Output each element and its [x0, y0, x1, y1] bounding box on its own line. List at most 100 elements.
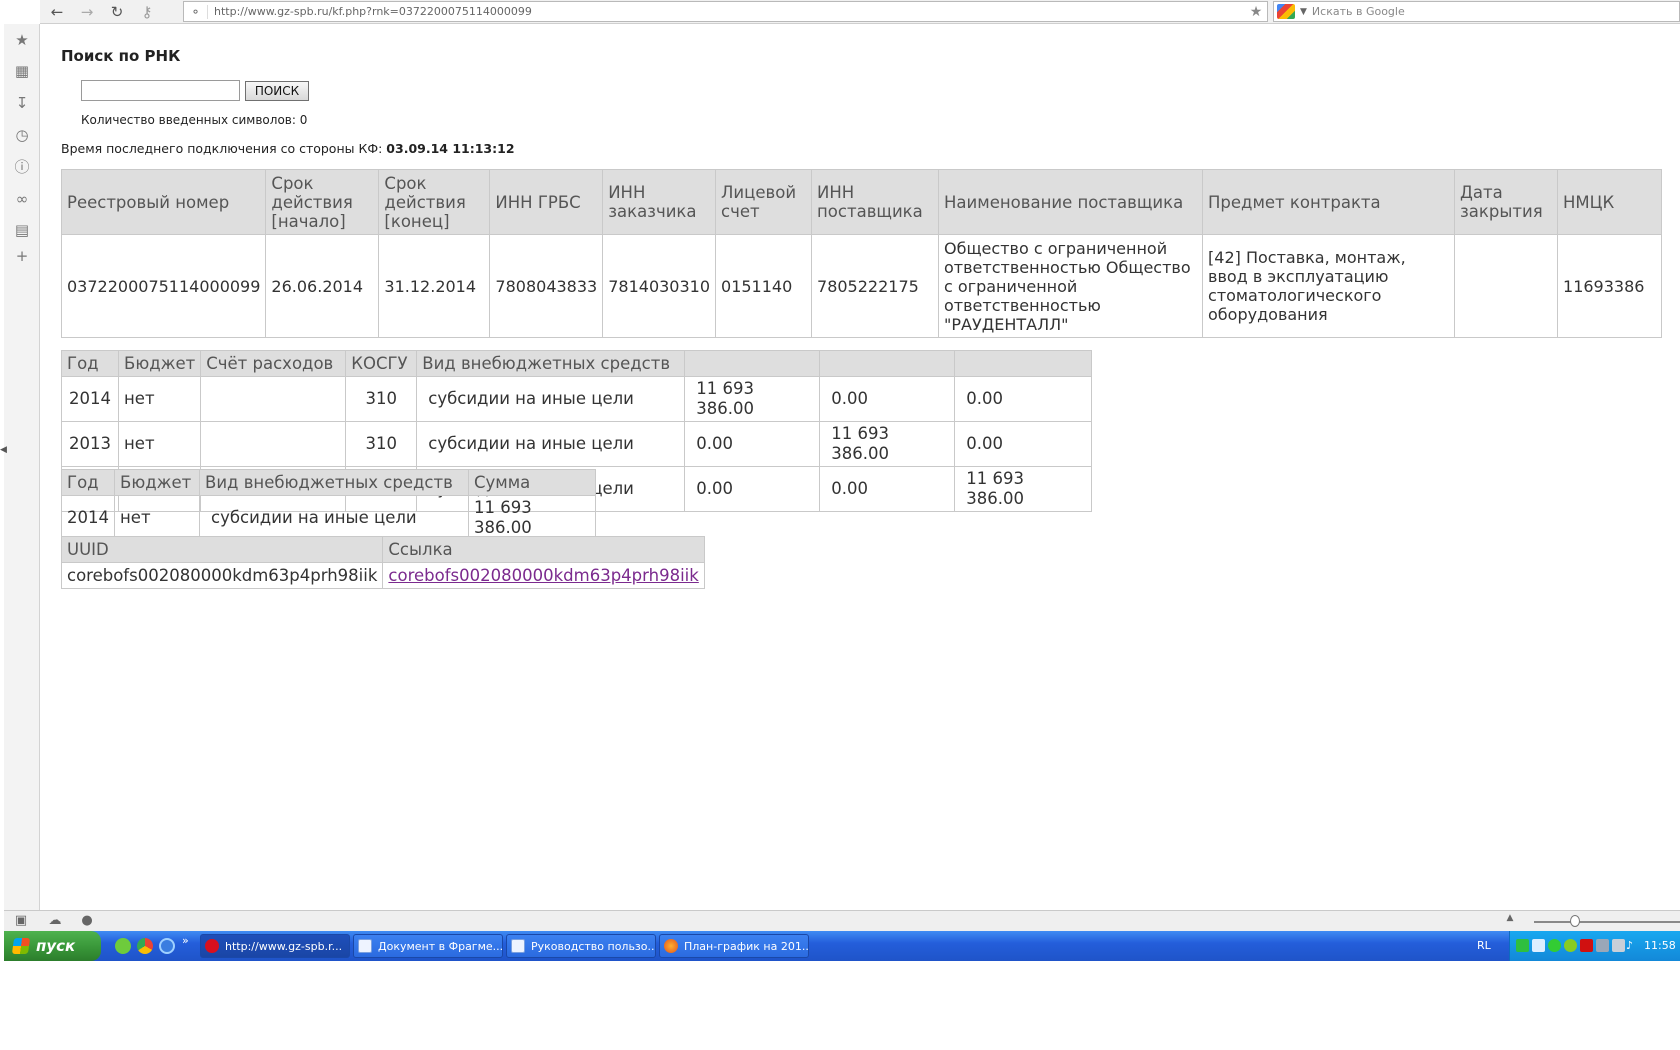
table-header: Предмет контракта — [1202, 169, 1456, 235]
volume-icon[interactable]: ♪ — [1626, 939, 1639, 952]
uuid-link[interactable]: corebofs002080000kdm63p4prh98iik — [388, 566, 698, 585]
forward-icon[interactable]: → — [74, 1, 100, 23]
table-cell: 0151140 — [715, 234, 813, 338]
table-header: Реестровый номер — [60, 169, 267, 235]
table-cell: corebofs002080000kdm63p4prh98iik — [382, 562, 705, 589]
taskbar-item-label: План-график на 201... — [684, 939, 809, 953]
zoom-slider[interactable] — [1534, 921, 1680, 923]
table-cell: 7814030310 — [602, 234, 717, 338]
language-indicator[interactable]: RL — [1477, 939, 1491, 952]
table-cell: 2014 — [61, 376, 119, 422]
chevron-down-icon[interactable]: ▼ — [1300, 7, 1307, 17]
start-button[interactable]: пуск — [4, 931, 101, 961]
ie-icon[interactable] — [159, 938, 175, 954]
add-icon[interactable]: + — [13, 247, 31, 265]
windows-taskbar: пуск » http://www.gz-spb.r... Документ в… — [4, 931, 1680, 961]
start-label: пуск — [36, 937, 76, 955]
table-header: НМЦК — [1557, 169, 1662, 235]
table-header-row: Год Бюджет Вид внебюджетных средств Сумм… — [61, 469, 596, 496]
page-title: Поиск по РНК — [61, 47, 181, 65]
table-cell: 310 — [345, 421, 418, 467]
tray-app-icon[interactable] — [1548, 939, 1561, 952]
table-header: UUID — [60, 536, 384, 563]
table-cell: 11 693 386.00 — [819, 421, 956, 467]
table-header: Срок действия [начало] — [265, 169, 380, 235]
tray-app-icon[interactable] — [1516, 939, 1529, 952]
link-icon[interactable]: ∞ — [13, 190, 31, 208]
table-cell: 11 693 386.00 — [954, 466, 1092, 512]
reload-icon[interactable]: ↻ — [104, 1, 130, 23]
table-header: Бюджет — [114, 469, 200, 496]
table-header: Счёт расходов — [200, 350, 347, 377]
search-button[interactable]: ПОИСК — [245, 81, 309, 101]
history-icon[interactable]: ◷ — [13, 126, 31, 144]
word-doc-icon — [358, 939, 372, 953]
table-cell — [200, 376, 347, 422]
table-cell — [200, 421, 347, 467]
tray-app-icon[interactable] — [1564, 939, 1577, 952]
table-cell: 31.12.2014 — [378, 234, 491, 338]
taskbar-item-label: Документ в Фрагме... — [378, 939, 503, 953]
table-cell: 310 — [345, 376, 418, 422]
tray-app-icon[interactable] — [1612, 939, 1625, 952]
table-header: Ссылка — [382, 536, 705, 563]
taskbar-item[interactable]: План-график на 201... — [659, 934, 809, 958]
table-header: Вид внебюджетных средств — [199, 469, 469, 496]
table-cell: 11 693 386.00 — [468, 495, 596, 541]
table-cell: corebofs002080000kdm63p4prh98iik — [60, 562, 384, 589]
web-search-box[interactable]: ▼ Искать в Google — [1273, 1, 1680, 22]
taskbar-item-label: http://www.gz-spb.r... — [225, 939, 343, 953]
table-cell: нет — [117, 421, 202, 467]
collapse-arrow-icon[interactable]: ◀ — [0, 445, 8, 455]
table-cell: 0372200075114000099 — [60, 234, 267, 338]
table-header: Бюджет — [117, 350, 202, 377]
table-header-row: Год Бюджет Счёт расходов КОСГУ Вид внебю… — [61, 350, 1092, 377]
taskbar-item[interactable]: Документ в Фрагме... — [353, 934, 503, 958]
last-connection-label: Время последнего подключения со стороны … — [61, 141, 387, 156]
quicklaunch-app-icon[interactable] — [115, 938, 131, 954]
chevron-right-icon[interactable]: » — [182, 934, 189, 947]
clock[interactable]: 11:58 — [1644, 939, 1676, 952]
download-icon[interactable]: ↧ — [13, 94, 31, 112]
bookmark-star-icon[interactable]: ★ — [1245, 4, 1267, 20]
notes-icon[interactable]: ▦ — [13, 62, 31, 80]
rnk-search-input[interactable] — [81, 80, 240, 101]
chrome-icon[interactable] — [137, 938, 153, 954]
table-row: 0372200075114000099 26.06.2014 31.12.201… — [60, 234, 1662, 338]
key-icon[interactable]: ⚷ — [134, 1, 160, 23]
table-cell: нет — [114, 495, 200, 541]
cloud-icon[interactable]: ☁ — [46, 913, 64, 929]
network-icon[interactable] — [1596, 939, 1609, 952]
panel-toggle-icon[interactable]: ▣ — [12, 913, 30, 929]
google-icon — [1277, 4, 1295, 19]
star-icon[interactable]: ★ — [13, 31, 31, 49]
table-cell: 11 693 386.00 — [684, 376, 821, 422]
table-header — [819, 350, 956, 377]
table-cell: 2014 — [61, 495, 115, 541]
table-header: КОСГУ — [345, 350, 418, 377]
table-cell: субсидии на иные цели — [416, 376, 686, 422]
budget-table: Год Бюджет Вид внебюджетных средств Сумм… — [61, 469, 596, 541]
address-bar[interactable]: ⚬ http://www.gz-spb.ru/kf.php?rnk=037220… — [183, 1, 1268, 22]
tray-app-icon[interactable] — [1532, 939, 1545, 952]
page-content: Поиск по РНК ПОИСК Количество введенных … — [40, 25, 1680, 910]
table-row: 2014 нет 310 субсидии на иные цели 11 69… — [61, 376, 1092, 422]
opera-icon — [205, 939, 219, 953]
table-cell: 0.00 — [819, 466, 956, 512]
info-icon[interactable]: ⓘ — [13, 158, 31, 176]
zoom-slider-handle[interactable] — [1570, 915, 1580, 927]
kaspersky-icon[interactable] — [1580, 939, 1593, 952]
back-icon[interactable]: ← — [44, 1, 70, 23]
table-cell: субсидии на иные цели — [416, 421, 686, 467]
speed-dial-icon[interactable]: ● — [78, 913, 96, 929]
table-header: Наименование поставщика — [938, 169, 1204, 235]
browser-statusbar: ▣ ☁ ● ▲ — [4, 910, 1680, 931]
taskbar-item[interactable]: http://www.gz-spb.r... — [200, 934, 350, 958]
char-count-text: Количество введенных символов: 0 — [81, 113, 308, 127]
table-cell — [1454, 234, 1559, 338]
table-header: Вид внебюджетных средств — [416, 350, 686, 377]
table-cell: 26.06.2014 — [265, 234, 380, 338]
panel-icon[interactable]: ▤ — [13, 221, 31, 239]
taskbar-item[interactable]: Руководство пользо... — [506, 934, 656, 958]
chevron-up-icon[interactable]: ▲ — [1501, 913, 1519, 929]
